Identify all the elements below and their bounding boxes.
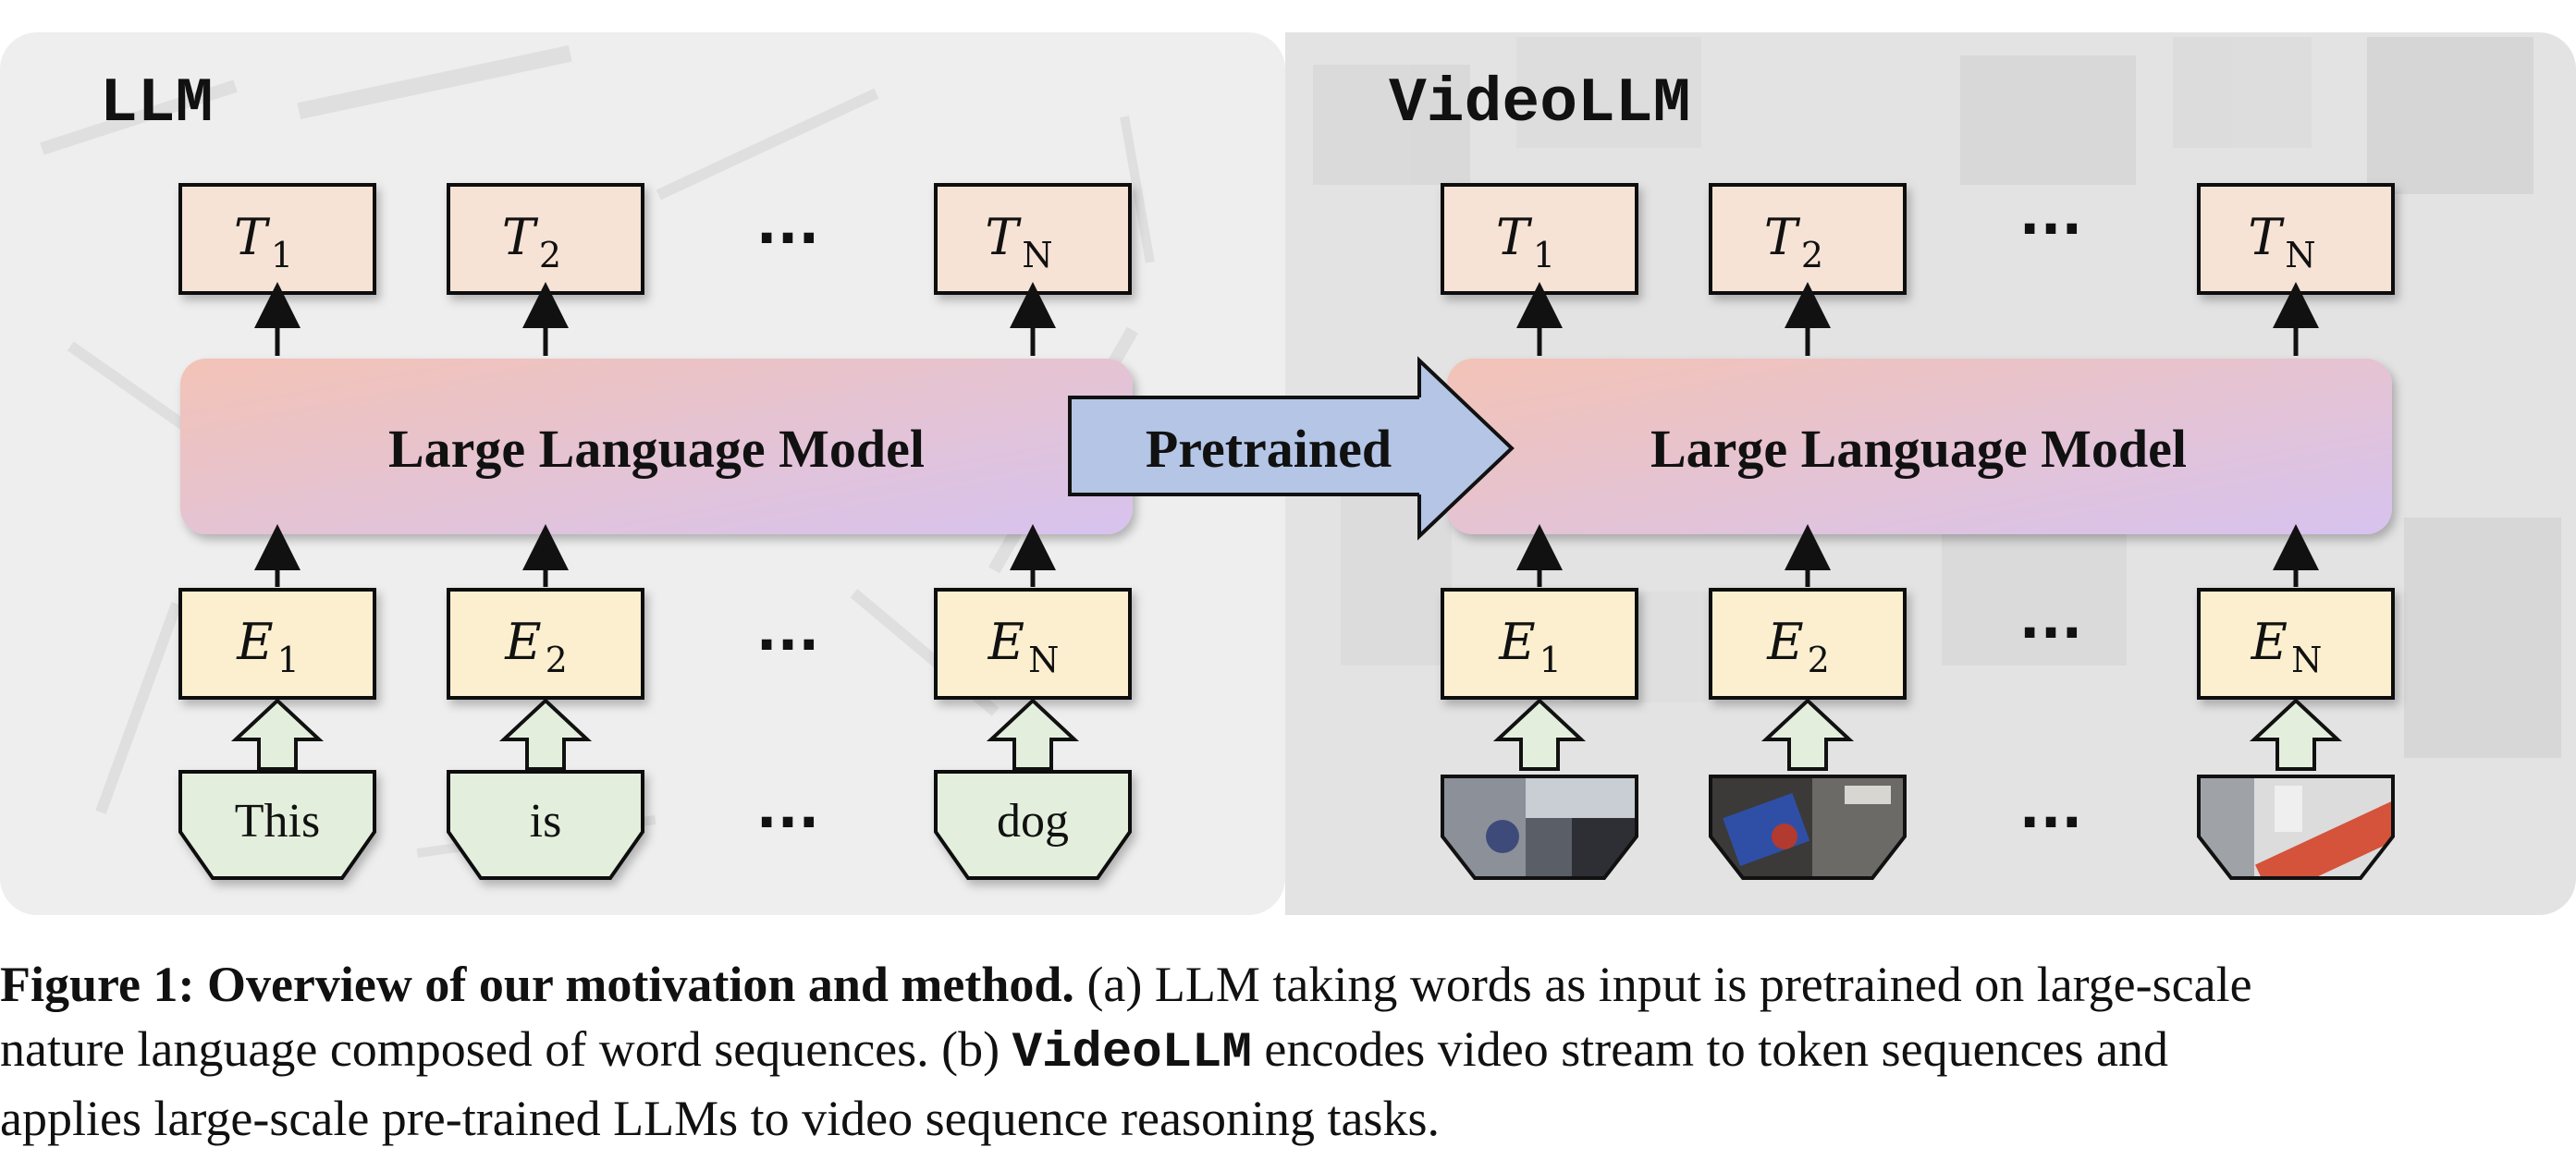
caption-line-2-start: nature language composed of word sequenc… xyxy=(0,1021,1012,1077)
overview-figure: LLM VideoLLM T1 T2 ··· TN Large Language… xyxy=(0,0,2576,924)
videollm-embedding-ellipsis: ··· xyxy=(2019,601,2082,665)
caption-line-3: applies large-scale pre-trained LLMs to … xyxy=(0,1091,1440,1146)
videollm-embedding-2: E2 xyxy=(1709,588,1907,700)
llm-output-token-n: TN xyxy=(934,183,1132,295)
caption-videollm-term: VideoLLM xyxy=(1012,1025,1252,1081)
video-frame-2 xyxy=(1709,775,1907,880)
llm-input-word-1: This xyxy=(178,770,376,880)
videollm-output-token-n: TN xyxy=(2197,183,2395,295)
svg-text:Large Language Model: Large Language Model xyxy=(1650,419,2187,479)
llm-output-ellipsis: ··· xyxy=(756,206,819,271)
llm-embedding-ellipsis: ··· xyxy=(756,613,819,678)
figure-caption: Figure 1: Overview of our motivation and… xyxy=(0,952,2576,1151)
caption-line-1-text: (a) LLM taking words as input is pretrai… xyxy=(1073,957,2252,1012)
videollm-input-ellipsis: ··· xyxy=(2019,790,2082,855)
videollm-embedding-1: E1 xyxy=(1441,588,1638,700)
svg-text:This: This xyxy=(235,795,320,848)
llm-block-left: Large Language Model xyxy=(180,359,1133,534)
videollm-embedding-n: EN xyxy=(2197,588,2395,700)
llm-embedding-2: E2 xyxy=(447,588,644,700)
llm-output-token-1: T1 xyxy=(178,183,376,295)
videollm-output-token-2: T2 xyxy=(1709,183,1907,295)
caption-line-1: Figure 1: Overview of our motivation and… xyxy=(0,952,2576,1017)
videollm-panel-title: VideoLLM xyxy=(1389,68,1690,140)
videollm-output-ellipsis: ··· xyxy=(2019,197,2082,262)
svg-text:dog: dog xyxy=(997,795,1069,848)
llm-input-word-n: dog xyxy=(934,770,1132,880)
caption-figure-label: Figure 1: Overview of our motivation and… xyxy=(0,957,1074,1012)
llm-panel-title: LLM xyxy=(100,68,213,140)
caption-line-2: nature language composed of word sequenc… xyxy=(0,1017,2576,1086)
svg-text:Large Language Model: Large Language Model xyxy=(388,419,925,479)
llm-input-ellipsis: ··· xyxy=(756,790,819,855)
llm-embedding-n: EN xyxy=(934,588,1132,700)
videollm-output-token-1: T1 xyxy=(1441,183,1638,295)
caption-line-2-end: encodes video stream to token sequences … xyxy=(1251,1021,2169,1077)
video-frame-1 xyxy=(1441,775,1638,880)
svg-text:Pretrained: Pretrained xyxy=(1146,419,1392,479)
llm-output-token-2: T2 xyxy=(447,183,644,295)
llm-embedding-1: E1 xyxy=(178,588,376,700)
llm-input-word-2: is xyxy=(447,770,644,880)
svg-text:is: is xyxy=(530,795,562,848)
llm-block-right: Large Language Model xyxy=(1447,359,2392,534)
